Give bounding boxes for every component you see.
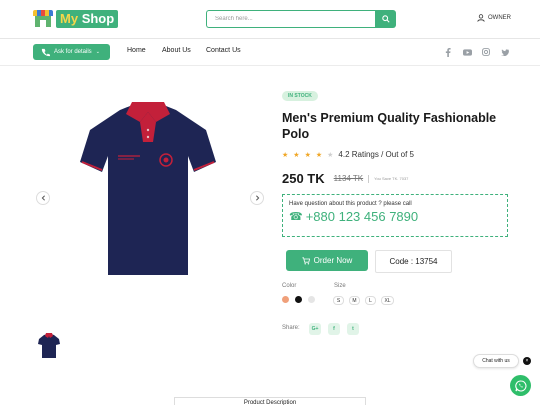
product-image (80, 102, 216, 275)
star-icon: ★ (315, 151, 323, 159)
call-box: Have question about this product ? pleas… (282, 194, 508, 237)
product-thumbnail[interactable] (38, 333, 60, 359)
phone-icon (41, 48, 50, 56)
cart-icon (302, 256, 310, 265)
carousel-prev-button[interactable] (36, 191, 50, 205)
phone-number[interactable]: ☎ +880 123 456 7890 (289, 209, 507, 224)
star-icon: ★ (282, 151, 289, 159)
search-bar (206, 10, 396, 28)
chat-with-us-button[interactable]: Chat with us (473, 354, 519, 368)
logo[interactable]: My Shop (33, 10, 119, 28)
facebook-icon[interactable] (443, 47, 453, 57)
nav-home[interactable]: Home (127, 47, 146, 54)
price-row: 250 TK 1134 TK You Save TK. 7037 (282, 171, 408, 186)
star-icon: ★ (304, 151, 311, 159)
search-button[interactable] (375, 10, 396, 28)
size-option-s[interactable]: S (333, 296, 344, 305)
nav-bar: Ask for details ⌄ Home About Us Contact … (0, 39, 540, 66)
search-input[interactable] (206, 10, 375, 28)
whatsapp-button[interactable] (510, 375, 531, 396)
rating-text: 4.2 Ratings / Out of 5 (338, 150, 415, 159)
facebook-share-icon[interactable]: f (328, 323, 340, 335)
size-option-xl[interactable]: XL (381, 296, 394, 305)
google-plus-icon[interactable]: G+ (309, 323, 321, 335)
telephone-icon: ☎ (289, 211, 303, 223)
color-swatch-black[interactable] (295, 296, 302, 303)
owner-link[interactable]: OWNER (477, 14, 511, 22)
call-question: Have question about this product ? pleas… (289, 201, 412, 207)
close-icon[interactable]: × (523, 357, 531, 365)
share-label: Share: (282, 325, 300, 331)
ask-button-label: Ask for details (54, 49, 92, 55)
top-header: My Shop OWNER (0, 0, 540, 39)
chevron-down-icon: ⌄ (95, 49, 100, 55)
product-code: Code : 13754 (375, 250, 452, 273)
twitter-icon[interactable] (500, 47, 510, 57)
whatsapp-icon (514, 379, 526, 392)
savings-text: You Save TK. 7037 (374, 176, 409, 181)
size-option-m[interactable]: M (349, 296, 360, 305)
nav-contact-us[interactable]: Contact Us (206, 47, 241, 54)
twitter-share-icon[interactable]: t (347, 323, 359, 335)
logo-suffix: Shop (81, 11, 115, 26)
stock-badge: IN STOCK (282, 91, 318, 101)
old-price: 1134 TK (333, 174, 364, 183)
chevron-left-icon (41, 195, 45, 201)
star-icon: ★ (293, 151, 300, 159)
size-label: Size (334, 283, 346, 289)
shop-icon (33, 10, 53, 28)
owner-label: OWNER (488, 15, 511, 21)
order-button-label: Order Now (313, 256, 353, 265)
divider (368, 174, 370, 183)
nav-about-us[interactable]: About Us (162, 47, 191, 54)
logo-prefix: My (60, 11, 79, 26)
user-icon (477, 14, 485, 22)
youtube-icon[interactable] (462, 47, 472, 57)
product-rating: ★ ★ ★ ★ ★ 4.2 Ratings / Out of 5 (282, 150, 414, 159)
star-empty-icon: ★ (327, 151, 334, 159)
logo-text: My Shop (56, 10, 119, 28)
chevron-right-icon (255, 195, 259, 201)
carousel-next-button[interactable] (250, 191, 264, 205)
search-icon (381, 15, 390, 23)
size-option-l[interactable]: L (365, 296, 376, 305)
order-now-button[interactable]: Order Now (286, 250, 368, 271)
color-label: Color (282, 283, 297, 289)
ask-for-details-button[interactable]: Ask for details ⌄ (33, 44, 110, 60)
color-swatch-orange[interactable] (282, 296, 289, 303)
phone-number-text: +880 123 456 7890 (305, 209, 419, 224)
color-swatch-light[interactable] (308, 296, 315, 303)
instagram-icon[interactable] (481, 47, 491, 57)
tab-product-description[interactable]: Product Description (174, 397, 366, 405)
product-title: Men's Premium Quality Fashionable Polo (282, 111, 497, 141)
current-price: 250 TK (282, 171, 325, 186)
